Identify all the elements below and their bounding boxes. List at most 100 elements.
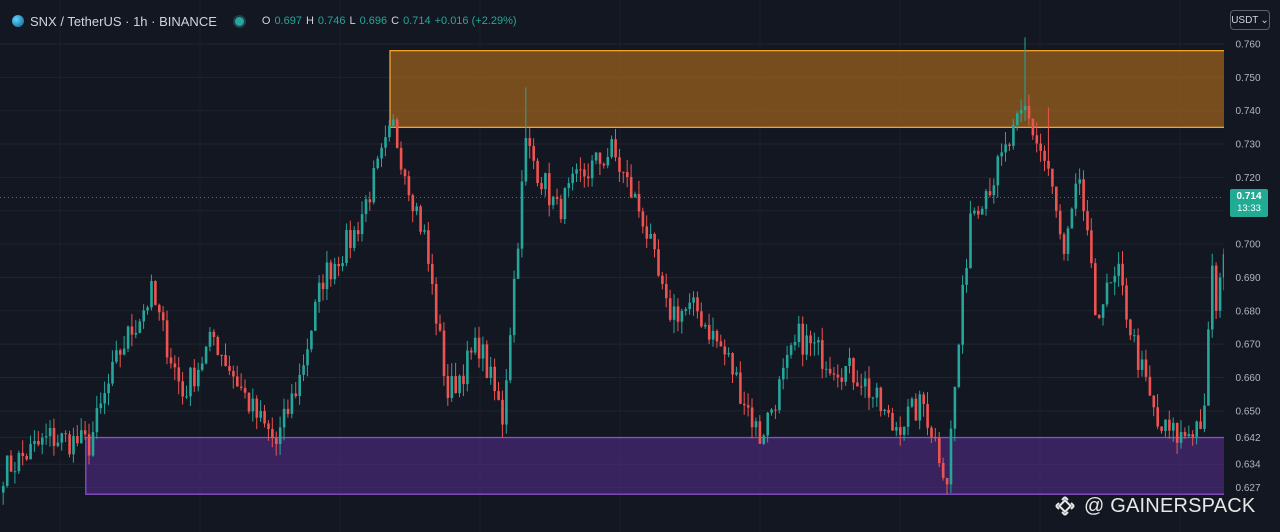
candle <box>782 358 785 390</box>
candle-body <box>875 387 879 398</box>
candle-body <box>48 428 52 437</box>
open-value: 0.697 <box>274 15 302 27</box>
candle <box>836 364 840 388</box>
candle-body <box>282 408 286 428</box>
candle <box>427 222 430 272</box>
candle-body <box>1086 211 1089 231</box>
candle-body <box>150 281 153 308</box>
candle-body <box>64 433 67 435</box>
candle-body <box>236 376 239 387</box>
candle <box>446 364 450 406</box>
candle <box>852 357 855 390</box>
candle <box>571 167 574 191</box>
candle <box>704 322 707 329</box>
candle <box>922 391 925 417</box>
candle <box>142 304 145 329</box>
candle <box>1140 350 1144 377</box>
candle <box>407 170 411 202</box>
candle <box>668 289 672 322</box>
candle-body <box>169 357 173 364</box>
candle-body <box>501 399 504 425</box>
candle-body <box>197 369 200 387</box>
candle <box>434 277 438 336</box>
candle <box>1133 328 1136 343</box>
candle <box>255 395 259 430</box>
candle-body <box>33 440 36 444</box>
candle <box>200 356 204 372</box>
candle-body <box>520 181 524 249</box>
candle-body <box>828 368 832 374</box>
candle-body <box>489 366 493 378</box>
candle-body <box>1117 263 1120 276</box>
candle <box>563 187 567 225</box>
candle <box>746 393 750 417</box>
candle <box>411 193 415 223</box>
candle-body <box>559 198 563 220</box>
candle <box>21 440 25 466</box>
price-axis: 0.7600.7500.7400.7300.7200.7100.7000.690… <box>1224 0 1280 532</box>
candle-body <box>95 408 99 433</box>
candle <box>481 336 485 372</box>
candle-body <box>969 213 972 268</box>
candle-body <box>1000 152 1003 157</box>
candle-body <box>76 436 79 444</box>
price-chart[interactable]: 0.7600.7500.7400.7300.7200.7100.7000.690… <box>0 0 1280 532</box>
candle <box>1031 118 1035 140</box>
candle <box>41 433 44 455</box>
candle <box>1203 393 1206 433</box>
candle-body <box>770 409 773 413</box>
candle-body <box>1218 277 1222 311</box>
candle <box>493 358 496 401</box>
candle-body <box>1066 228 1070 254</box>
candle-body <box>275 438 278 445</box>
candle-body <box>793 342 797 346</box>
candle <box>509 327 512 384</box>
candle <box>239 373 243 391</box>
candle-body <box>349 230 352 248</box>
candle-body <box>910 398 914 407</box>
candle-body <box>1090 230 1093 264</box>
candle-body <box>883 409 886 412</box>
symbol-title[interactable]: SNX / TetherUS · 1h · BINANCE <box>30 14 217 29</box>
candle-body <box>333 263 337 280</box>
candle-body <box>228 365 231 371</box>
candle <box>590 155 594 187</box>
candle <box>727 347 730 358</box>
candle-body <box>672 306 676 320</box>
candle <box>1043 145 1046 172</box>
candle-body <box>306 349 309 366</box>
candle-body <box>590 160 594 179</box>
candle-body <box>395 119 399 148</box>
candle-body <box>871 397 875 399</box>
candle-body <box>165 320 169 358</box>
candle-body <box>286 408 290 414</box>
candle-body <box>477 337 481 359</box>
candle-body <box>918 394 922 421</box>
candle <box>2 481 5 505</box>
candle <box>290 383 294 419</box>
candle-body <box>232 370 235 377</box>
candle-body <box>516 248 520 279</box>
candle-body <box>813 342 816 344</box>
candle-body <box>212 331 216 338</box>
candle-body <box>1031 118 1035 136</box>
candle-body <box>711 330 715 340</box>
candle-body <box>376 158 379 169</box>
candle <box>641 207 645 234</box>
candle-body <box>466 350 469 385</box>
candle-body <box>360 214 364 235</box>
candle-body <box>571 173 574 184</box>
candle-body <box>1144 359 1148 377</box>
candle <box>345 223 348 267</box>
y-tick-label: 0.720 <box>1235 173 1260 184</box>
candle-body <box>44 436 48 438</box>
candle <box>883 408 886 416</box>
candle <box>126 325 130 353</box>
currency-button[interactable]: USDT ⌄ <box>1230 10 1270 30</box>
candle <box>887 404 890 418</box>
candle <box>863 371 867 398</box>
candle <box>1129 318 1132 341</box>
candle <box>848 347 851 374</box>
candle <box>44 423 48 445</box>
candle <box>824 361 828 378</box>
